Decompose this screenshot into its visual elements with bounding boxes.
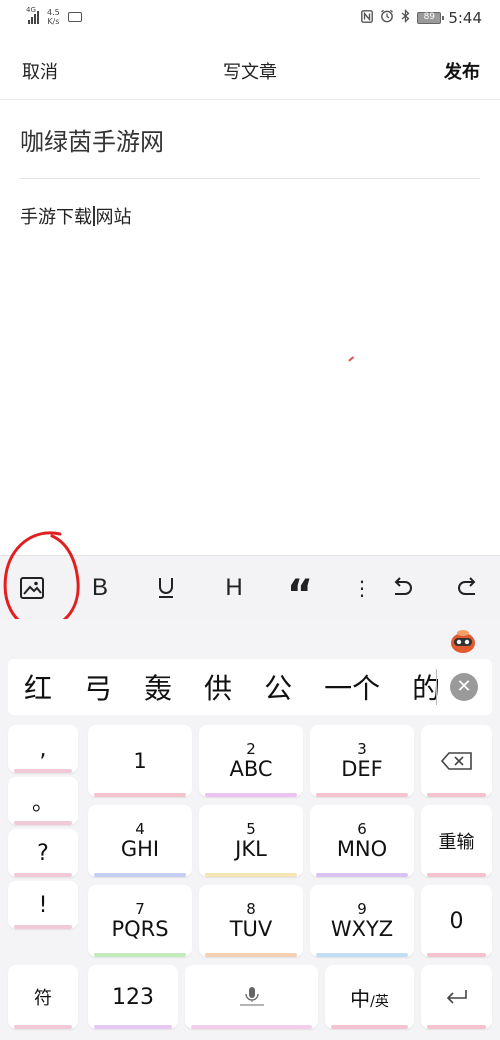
- zero-key[interactable]: 0: [421, 885, 492, 957]
- key-letters: PQRS: [111, 917, 169, 941]
- body-text-after-caret: 网站: [95, 207, 132, 228]
- candidate-list: 红弓轰供公一个的: [8, 659, 438, 715]
- ime-keyboard: 红弓轰供公一个的 ✕ , 。 ? ! 1 2 ABC 3 DEF 4 GHI 5 JKL…: [0, 619, 500, 1040]
- key-letters: JKL: [235, 837, 267, 861]
- redo-icon: [458, 577, 476, 595]
- punct-key-label: !: [38, 892, 48, 918]
- status-right: 89 5:44: [361, 8, 482, 27]
- symbol-key[interactable]: 符: [8, 965, 78, 1029]
- network-type: 4G: [26, 6, 36, 14]
- t9-key-2[interactable]: 2 ABC: [199, 725, 303, 797]
- t9-key-5[interactable]: 5 JKL: [199, 805, 303, 877]
- language-switch-key[interactable]: 中/英: [325, 965, 414, 1029]
- article-title-input[interactable]: 咖绿茵手游网: [20, 122, 480, 157]
- status-bar: 4G 4.5 K/s 89 5:44: [0, 0, 500, 38]
- key-number: 7: [135, 900, 145, 918]
- text-caret: [93, 206, 95, 226]
- top-nav-bar: 取消 写文章 发布: [0, 38, 500, 100]
- page-title: 写文章: [223, 62, 277, 83]
- language-main-label: 中: [350, 986, 371, 1011]
- annotation-circle: [3, 531, 80, 630]
- key-number: 6: [357, 820, 367, 838]
- network-speed-value: 4.5: [47, 8, 60, 17]
- candidate-word[interactable]: 一个: [324, 667, 380, 707]
- language-sub-label: /英: [370, 993, 389, 1010]
- t9-key-8[interactable]: 8 TUV: [199, 885, 303, 957]
- numeric-mode-key[interactable]: 123: [88, 965, 178, 1029]
- key-number: 2: [246, 740, 256, 758]
- key-number: 3: [357, 740, 367, 758]
- network-speed: 4.5 K/s: [47, 8, 60, 26]
- key-letters: TUV: [229, 917, 273, 941]
- punct-key-label: ?: [37, 840, 49, 866]
- key-number: 8: [246, 900, 256, 918]
- key-letters: DEF: [341, 757, 383, 781]
- t9-key-4[interactable]: 4 GHI: [88, 805, 192, 877]
- t9-key-9[interactable]: 9 WXYZ: [310, 885, 414, 957]
- backspace-key[interactable]: [421, 725, 492, 797]
- candidate-divider: [436, 669, 437, 705]
- article-body-editor[interactable]: 手游下载 网站: [20, 203, 132, 229]
- backspace-icon: [440, 752, 472, 770]
- punct-key-exclamation[interactable]: !: [8, 881, 78, 929]
- microphone-icon: [239, 987, 264, 1006]
- symbol-label: 符: [34, 988, 52, 1009]
- body-text-before-caret: 手游下载: [20, 207, 92, 228]
- key-letters: WXYZ: [330, 917, 394, 941]
- bluetooth-icon: [401, 8, 410, 27]
- reinput-key[interactable]: 重输: [421, 805, 492, 877]
- redo-button[interactable]: [450, 570, 486, 606]
- language-label: 中/英: [350, 983, 389, 1012]
- reinput-label: 重输: [438, 832, 475, 853]
- stray-mark: [348, 356, 354, 362]
- undo-icon: [394, 577, 412, 595]
- key-letters: GHI: [120, 837, 160, 861]
- candidate-word[interactable]: 轰: [144, 667, 172, 707]
- key-letters: ABC: [229, 757, 273, 781]
- key-letters: MNO: [336, 837, 388, 861]
- numeric-label: 123: [112, 984, 154, 1010]
- enter-icon: [446, 990, 467, 1004]
- undo-button[interactable]: [384, 570, 420, 606]
- ime-mascot-icon[interactable]: [448, 627, 478, 655]
- signal-icon: 4G: [26, 6, 39, 24]
- enter-key[interactable]: [421, 965, 492, 1029]
- status-left: 4G 4.5 K/s: [26, 6, 82, 26]
- keyboard-icon: [67, 12, 82, 22]
- candidate-bar: 红弓轰供公一个的 ✕: [8, 659, 492, 715]
- space-key[interactable]: [185, 965, 318, 1029]
- candidate-close-button[interactable]: ✕: [450, 673, 478, 701]
- list-button[interactable]: ⋮: [344, 570, 380, 606]
- key-number: 9: [357, 900, 367, 918]
- candidate-word[interactable]: 弓: [84, 667, 112, 707]
- punct-key-label: 。: [31, 791, 54, 816]
- key-number: 5: [246, 820, 256, 838]
- bold-button[interactable]: B: [82, 570, 118, 606]
- nfc-icon: [361, 9, 374, 27]
- clock: 5:44: [448, 9, 482, 27]
- key-number: 4: [135, 820, 145, 838]
- alarm-icon: [380, 9, 394, 27]
- candidate-word[interactable]: 红: [24, 667, 52, 707]
- candidate-word[interactable]: 供: [204, 667, 232, 707]
- publish-button[interactable]: 发布: [444, 58, 480, 84]
- t9-key-6[interactable]: 6 MNO: [310, 805, 414, 877]
- t9-key-7[interactable]: 7 PQRS: [88, 885, 192, 957]
- punct-key-question[interactable]: ?: [8, 829, 78, 877]
- t9-key-1[interactable]: 1: [88, 725, 192, 797]
- title-divider: [20, 178, 480, 179]
- quote-button[interactable]: “: [282, 570, 318, 618]
- network-speed-unit: K/s: [47, 17, 60, 26]
- punct-key-label: ,: [39, 736, 47, 762]
- heading-button[interactable]: H: [216, 570, 252, 606]
- punct-key-period[interactable]: 。: [8, 777, 78, 825]
- zero-label: 0: [449, 908, 464, 934]
- candidate-word[interactable]: 公: [264, 667, 292, 707]
- battery-icon: 89: [417, 12, 445, 24]
- candidate-word[interactable]: 的: [412, 667, 438, 707]
- key-letters: 1: [133, 749, 147, 773]
- punct-key-comma[interactable]: ,: [8, 725, 78, 773]
- t9-key-3[interactable]: 3 DEF: [310, 725, 414, 797]
- underline-button[interactable]: [148, 570, 184, 606]
